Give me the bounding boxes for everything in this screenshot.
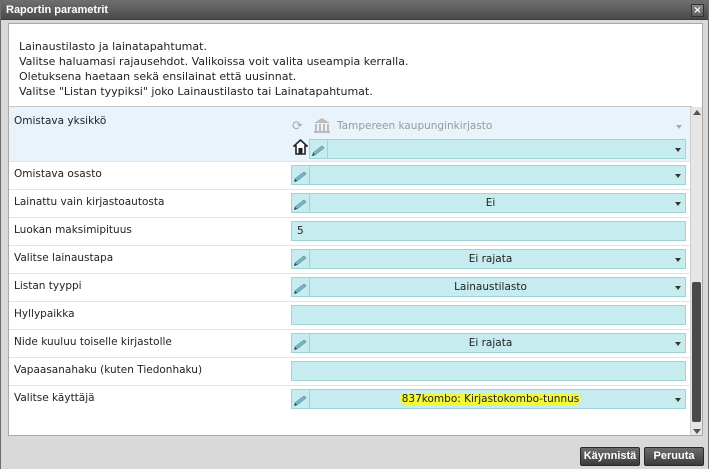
start-button[interactable]: Käynnistä: [580, 447, 640, 466]
chevron-down-icon[interactable]: [675, 342, 681, 346]
pen-icon: [294, 283, 307, 294]
titlebar: Raportin parametrit ×: [1, 1, 708, 20]
pen-icon: [294, 199, 307, 210]
field-label: Valitse lainaustapa: [14, 252, 114, 264]
field-label: Hyllypaikka: [14, 308, 75, 320]
chevron-down-icon[interactable]: [675, 258, 681, 262]
vapaasanahaku-input[interactable]: [291, 361, 686, 381]
field-value-wrapper: 837kombo: Kirjastokombo-tunnus: [310, 393, 671, 405]
dialog-footer: Käynnistä Peruuta: [1, 438, 708, 469]
chevron-down-icon[interactable]: [675, 286, 681, 290]
scrollbar-thumb[interactable]: [692, 282, 701, 422]
separator: [309, 166, 310, 184]
row-vapaasanahaku: Vapaasanahaku (kuten Tiedonhaku): [9, 358, 692, 386]
pen-icon: [294, 339, 307, 350]
intro-text: Lainaustilasto ja lainatapahtumat. Valit…: [19, 39, 408, 99]
field-value: Ei: [485, 197, 496, 209]
intro-line: Valitse "Listan tyypiksi" joko Lainausti…: [19, 85, 373, 98]
field-value: Ei rajata: [468, 253, 513, 265]
field-label: Omistava yksikkö: [14, 115, 107, 127]
row-kirjastoauto: Lainattu vain kirjastoautosta Ei: [9, 190, 692, 218]
scroll-up-icon[interactable]: [693, 110, 701, 115]
report-parameters-dialog: Raportin parametrit × Lainaustilasto ja …: [0, 0, 709, 469]
home-icon[interactable]: [293, 139, 308, 155]
field-label: Valitse käyttäjä: [14, 392, 95, 404]
field-label: Luokan maksimipituus: [14, 224, 132, 236]
window-title: Raportin parametrit: [6, 4, 109, 16]
listan-tyyppi-select[interactable]: Lainaustilasto: [291, 277, 686, 297]
row-luokan-pituus: Luokan maksimipituus 5: [9, 218, 692, 246]
field-label: Omistava osasto: [14, 168, 102, 180]
intro-line: Oletuksena haetaan sekä ensilainat että …: [19, 70, 297, 83]
omistava-yksikko-select[interactable]: [309, 139, 686, 159]
pen-icon: [294, 255, 307, 266]
field-label: Listan tyyppi: [14, 280, 82, 292]
kirjastoauto-select[interactable]: Ei: [291, 193, 686, 213]
field-label: Lainattu vain kirjastoautosta: [14, 196, 165, 208]
refresh-icon: ⟳: [292, 119, 303, 134]
field-value: 5: [297, 225, 304, 237]
row-hyllypaikka: Hyllypaikka: [9, 302, 692, 330]
toinen-kirjasto-select[interactable]: Ei rajata: [291, 333, 686, 353]
pen-icon: [312, 145, 325, 156]
pen-icon: [294, 171, 307, 182]
library-name: Tampereen kaupunginkirjasto: [337, 120, 493, 132]
dialog-content: Lainaustilasto ja lainatapahtumat. Valit…: [8, 23, 703, 436]
intro-line: Valitse haluamasi rajausehdot. Valikoiss…: [19, 55, 409, 68]
lainaustapa-select[interactable]: Ei rajata: [291, 249, 686, 269]
library-building-icon: [314, 118, 330, 133]
chevron-down-icon[interactable]: [675, 148, 681, 152]
row-kayttaja: Valitse käyttäjä 837kombo: Kirjastokombo…: [9, 386, 692, 416]
chevron-down-icon[interactable]: [675, 202, 681, 206]
field-label: Vapaasanahaku (kuten Tiedonhaku): [14, 364, 203, 376]
field-label: Nide kuuluu toiselle kirjastolle: [14, 336, 172, 348]
luokan-pituus-input[interactable]: 5: [291, 221, 686, 241]
field-value: 837kombo: Kirjastokombo-tunnus: [399, 393, 582, 405]
chevron-down-icon[interactable]: [675, 174, 681, 178]
field-value: Ei rajata: [468, 337, 513, 349]
omistava-osasto-select[interactable]: [291, 165, 686, 185]
close-icon[interactable]: ×: [691, 4, 704, 17]
row-omistava-yksikko: Omistava yksikkö ⟳ Tampereen kaupunginki…: [9, 107, 692, 162]
library-selector: ⟳ Tampereen kaupunginkirjasto: [291, 117, 686, 135]
separator: [327, 140, 328, 158]
field-value: Lainaustilasto: [454, 281, 527, 293]
vertical-scrollbar[interactable]: [690, 107, 702, 435]
row-omistava-osasto: Omistava osasto: [9, 162, 692, 190]
pen-icon: [294, 395, 307, 406]
row-lainaustapa: Valitse lainaustapa Ei rajata: [9, 246, 692, 274]
scroll-down-icon[interactable]: [693, 429, 701, 434]
row-listan-tyyppi: Listan tyyppi Lainaustilasto: [9, 274, 692, 302]
row-toinen-kirjasto: Nide kuuluu toiselle kirjastolle Ei raja…: [9, 330, 692, 358]
intro-line: Lainaustilasto ja lainatapahtumat.: [19, 40, 207, 53]
kayttaja-select[interactable]: 837kombo: Kirjastokombo-tunnus: [291, 389, 686, 409]
chevron-down-icon[interactable]: [675, 398, 681, 402]
cancel-button[interactable]: Peruuta: [644, 447, 704, 466]
hyllypaikka-input[interactable]: [291, 305, 686, 325]
chevron-down-icon[interactable]: [676, 125, 682, 129]
